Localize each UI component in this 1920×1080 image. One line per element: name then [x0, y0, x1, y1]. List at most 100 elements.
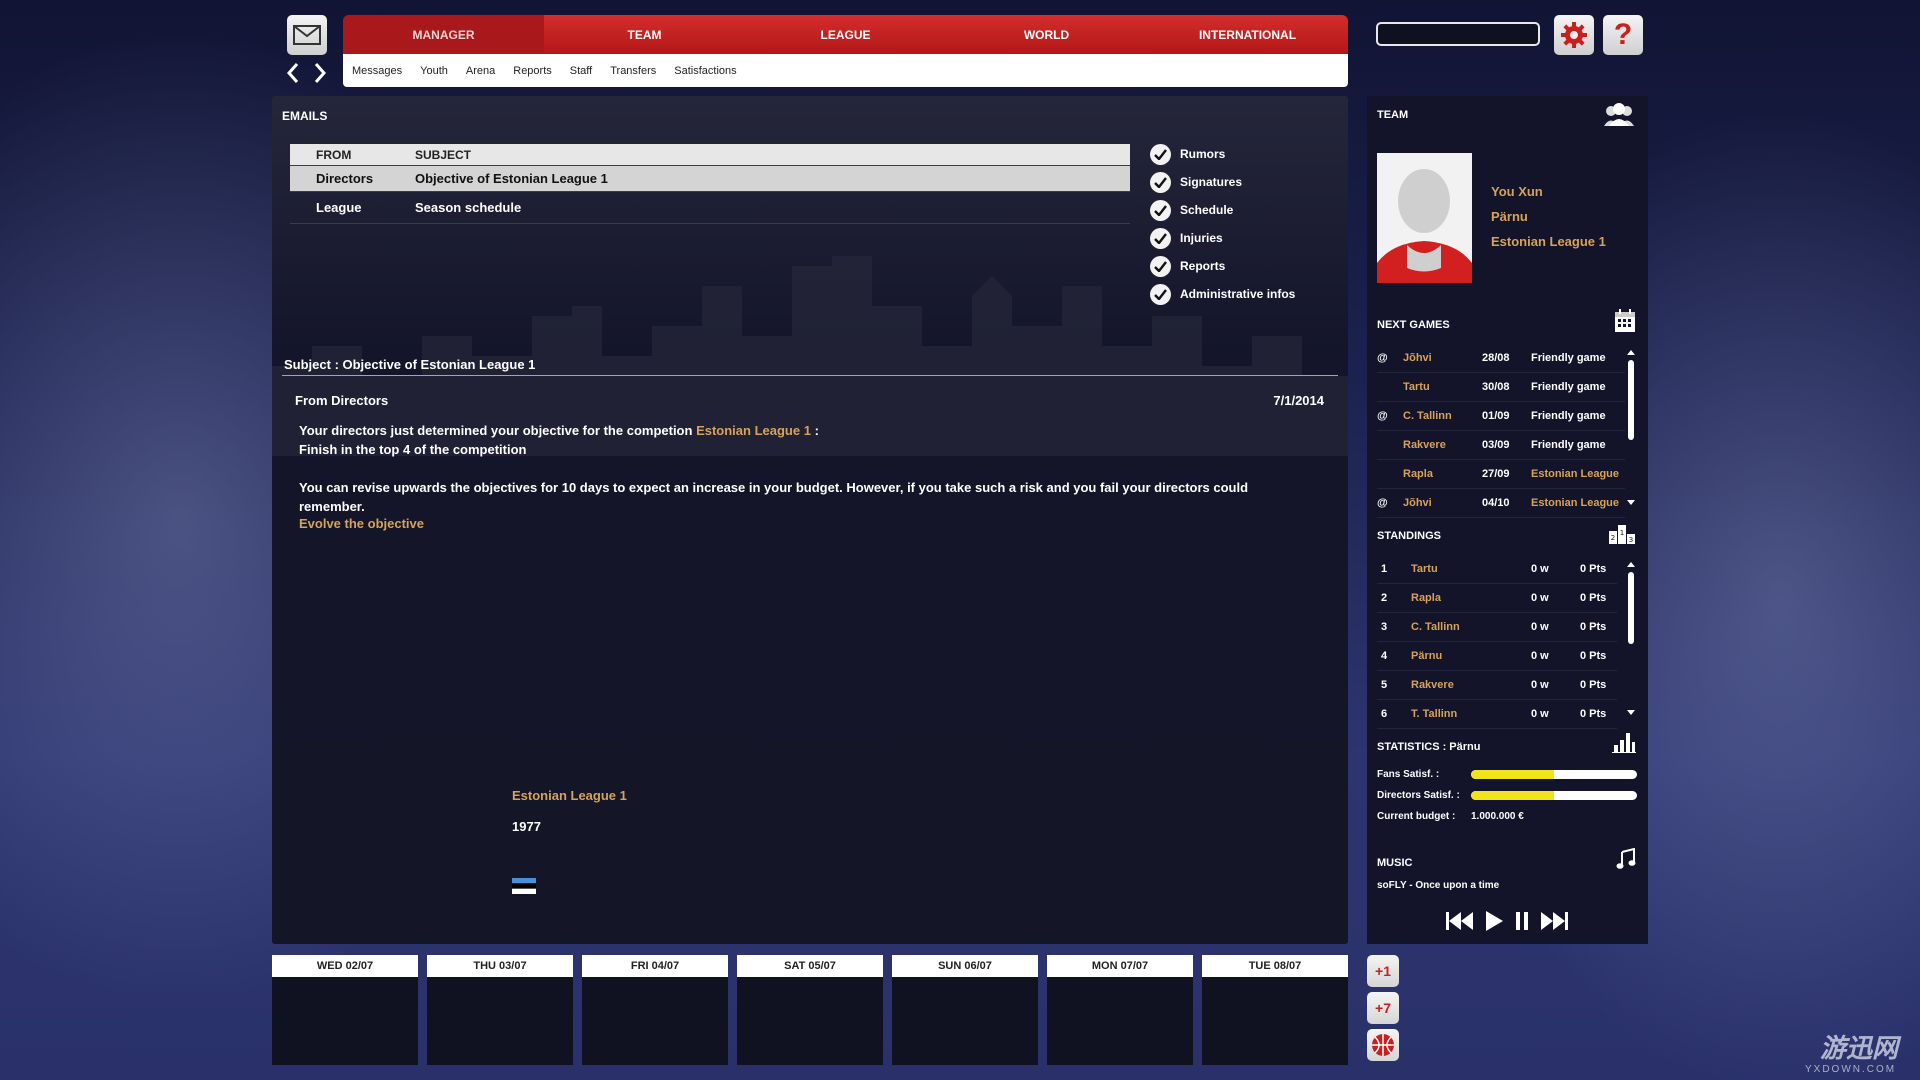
opponent-team[interactable]: Rapla	[1391, 468, 1482, 480]
tab-manager[interactable]: MANAGER	[343, 15, 544, 54]
play-match-button[interactable]	[1367, 1029, 1399, 1061]
club-name[interactable]: Pärnu	[1491, 209, 1528, 224]
message-from: From Directors	[295, 393, 389, 408]
evolve-objective-link[interactable]: Evolve the objective	[299, 516, 424, 531]
message-date: 7/1/2014	[1273, 393, 1324, 408]
svg-text:3: 3	[1629, 536, 1633, 544]
email-row[interactable]: Directors Objective of Estonian League 1	[290, 166, 1130, 192]
game-type[interactable]: Estonian League	[1531, 497, 1625, 509]
calendar-day[interactable]: SAT 05/07	[737, 955, 883, 1065]
subtab-reports[interactable]: Reports	[513, 65, 552, 77]
nav-forward-button[interactable]	[312, 62, 328, 84]
skip-forward-icon[interactable]	[1539, 910, 1569, 932]
standing-wins: 0 w	[1531, 650, 1549, 662]
user-group-icon[interactable]	[1602, 102, 1636, 128]
filter-signatures[interactable]: Signatures	[1150, 168, 1340, 196]
calendar-day[interactable]: FRI 04/07	[582, 955, 728, 1065]
scroll-down-arrow[interactable]	[1627, 710, 1635, 715]
filter-injuries[interactable]: Injuries	[1150, 224, 1340, 252]
filter-schedule[interactable]: Schedule	[1150, 196, 1340, 224]
subtab-staff[interactable]: Staff	[570, 65, 592, 77]
opponent-team[interactable]: Jõhvi	[1391, 497, 1482, 509]
filter-label: Reports	[1180, 259, 1226, 273]
tab-team[interactable]: TEAM	[544, 15, 745, 54]
opponent-team[interactable]: Rakvere	[1391, 439, 1482, 451]
standings-row[interactable]: 3 C. Tallinn 0 w 0 Pts	[1377, 613, 1617, 642]
standings-row[interactable]: 1 Tartu 0 w 0 Pts	[1377, 555, 1617, 584]
skip-back-icon[interactable]	[1445, 910, 1475, 932]
calendar-day[interactable]: WED 02/07	[272, 955, 418, 1065]
tab-league[interactable]: LEAGUE	[745, 15, 946, 54]
mail-button[interactable]	[287, 15, 327, 55]
competition-link[interactable]: Estonian League 1	[696, 423, 811, 438]
message-objective: Finish in the top 4 of the competition	[299, 442, 527, 457]
calendar-day[interactable]: SUN 06/07	[892, 955, 1038, 1065]
subtab-arena[interactable]: Arena	[466, 65, 495, 77]
game-row[interactable]: Tartu 30/08 Friendly game	[1377, 373, 1625, 402]
standing-team[interactable]: T. Tallinn	[1411, 708, 1531, 720]
filter-reports[interactable]: Reports	[1150, 252, 1340, 280]
calendar-day[interactable]: MON 07/07	[1047, 955, 1193, 1065]
bar-chart-icon[interactable]	[1612, 731, 1636, 753]
opponent-team[interactable]: Jõhvi	[1391, 352, 1482, 364]
column-header-from[interactable]: FROM	[290, 148, 415, 162]
next-games-scrollbar[interactable]	[1628, 360, 1634, 440]
standing-team[interactable]: Pärnu	[1411, 650, 1531, 662]
tab-world[interactable]: WORLD	[946, 15, 1147, 54]
standings-row[interactable]: 2 Rapla 0 w 0 Pts	[1377, 584, 1617, 613]
help-button[interactable]: ?	[1603, 15, 1643, 55]
standings-row[interactable]: 4 Pärnu 0 w 0 Pts	[1377, 642, 1617, 671]
podium-icon[interactable]: 2 1 3	[1608, 521, 1636, 545]
email-subject: Objective of Estonian League 1	[415, 171, 608, 186]
manager-name[interactable]: You Xun	[1491, 184, 1543, 199]
standings-row[interactable]: 6 T. Tallinn 0 w 0 Pts	[1377, 700, 1617, 729]
email-row[interactable]: League Season schedule	[290, 192, 1130, 224]
game-row[interactable]: @ C. Tallinn 01/09 Friendly game	[1377, 402, 1625, 431]
nav-back-button[interactable]	[285, 62, 301, 84]
standing-team[interactable]: C. Tallinn	[1411, 621, 1531, 633]
tab-international[interactable]: INTERNATIONAL	[1147, 15, 1348, 54]
settings-button[interactable]	[1554, 15, 1594, 55]
opponent-team[interactable]: Tartu	[1391, 381, 1482, 393]
pause-icon[interactable]	[1514, 910, 1530, 932]
subtab-transfers[interactable]: Transfers	[610, 65, 656, 77]
league-name[interactable]: Estonian League 1	[1491, 234, 1606, 249]
question-icon: ?	[1613, 18, 1633, 51]
subtab-youth[interactable]: Youth	[420, 65, 448, 77]
standings-scrollbar[interactable]	[1628, 572, 1634, 644]
search-input[interactable]	[1376, 22, 1540, 46]
scroll-up-arrow[interactable]	[1627, 562, 1635, 567]
filter-administrative-infos[interactable]: Administrative infos	[1150, 280, 1340, 308]
subtab-messages[interactable]: Messages	[352, 65, 402, 77]
music-note-icon[interactable]	[1616, 848, 1636, 870]
game-type[interactable]: Estonian League	[1531, 468, 1625, 480]
game-type: Friendly game	[1531, 410, 1606, 422]
game-row[interactable]: Rakvere 03/09 Friendly game	[1377, 431, 1625, 460]
watermark-logo: 游迅网	[1820, 1033, 1899, 1063]
column-header-subject[interactable]: SUBJECT	[415, 148, 1130, 162]
opponent-team[interactable]: C. Tallinn	[1391, 410, 1482, 422]
checkmark-icon	[1150, 227, 1171, 249]
game-date: 03/09	[1482, 439, 1510, 451]
calendar-day[interactable]: THU 03/07	[427, 955, 573, 1065]
standing-team[interactable]: Tartu	[1411, 563, 1531, 575]
game-row[interactable]: Rapla 27/09 Estonian League	[1377, 460, 1625, 489]
standings-row[interactable]: 5 Rakvere 0 w 0 Pts	[1377, 671, 1617, 700]
standing-team[interactable]: Rakvere	[1411, 679, 1531, 691]
competition-name-link[interactable]: Estonian League 1	[512, 788, 627, 803]
advance-seven-days-button[interactable]: +7	[1367, 992, 1399, 1024]
standing-team[interactable]: Rapla	[1411, 592, 1531, 604]
message-text: Your directors just determined your obje…	[299, 423, 693, 438]
filter-rumors[interactable]: Rumors	[1150, 140, 1340, 168]
play-icon[interactable]	[1484, 910, 1504, 932]
scroll-up-arrow[interactable]	[1627, 350, 1635, 355]
advance-one-day-button[interactable]: +1	[1367, 955, 1399, 987]
scroll-down-arrow[interactable]	[1627, 500, 1635, 505]
standing-position: 2	[1381, 592, 1388, 604]
game-row[interactable]: @ Jõhvi 28/08 Friendly game	[1377, 344, 1625, 373]
avatar[interactable]	[1377, 153, 1472, 283]
game-row[interactable]: @ Jõhvi 04/10 Estonian League	[1377, 489, 1625, 518]
subtab-satisfactions[interactable]: Satisfactions	[674, 65, 736, 77]
calendar-icon[interactable]	[1614, 309, 1636, 333]
calendar-day[interactable]: TUE 08/07	[1202, 955, 1348, 1065]
